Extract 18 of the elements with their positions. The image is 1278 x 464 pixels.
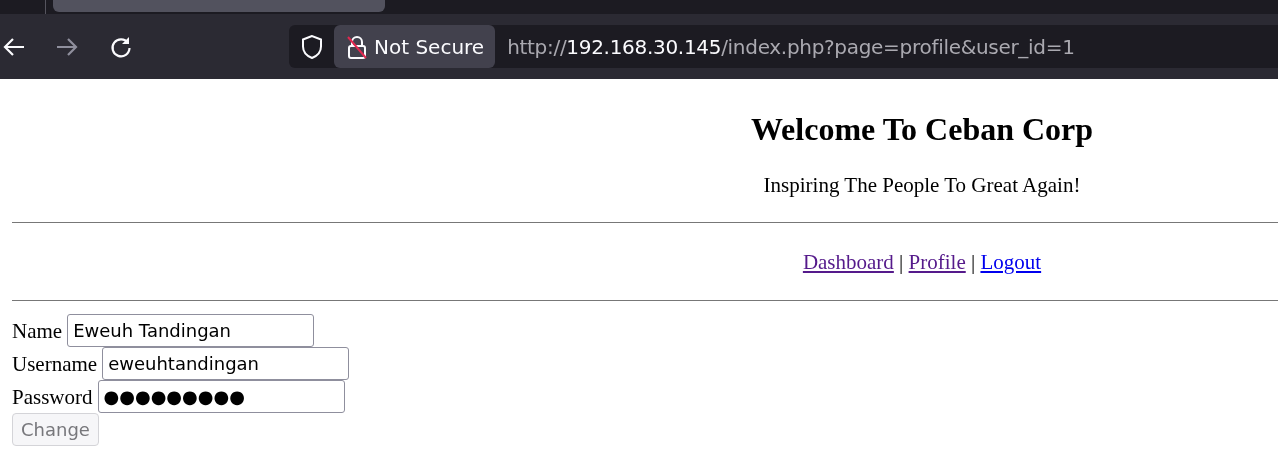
- separator: |: [899, 250, 904, 274]
- crossed-lock-icon: [346, 33, 368, 60]
- separator: |: [971, 250, 976, 274]
- tagline: Inspiring The People To Great Again!: [762, 172, 1082, 198]
- input-field[interactable]: ●●●●●●●●●: [97, 380, 345, 413]
- nav-link[interactable]: Logout: [980, 250, 1042, 274]
- shield-icon[interactable]: [300, 33, 324, 60]
- input-field[interactable]: Eweuh Tandingan: [67, 314, 315, 347]
- field-label: Password: [12, 383, 93, 410]
- security-indicator[interactable]: Not Secure: [334, 25, 496, 68]
- field-label: Username: [12, 350, 98, 377]
- url-text: http://192.168.30.145/index.php?page=profile&user_id=1: [507, 34, 1075, 59]
- field-label: Name: [12, 317, 63, 344]
- input-field[interactable]: eweuhtandingan: [102, 347, 350, 380]
- address-bar[interactable]: Not Secure http://192.168.30.145/index.php?page=profile&user_id=1: [289, 25, 1278, 68]
- nav-link[interactable]: Profile: [908, 250, 966, 274]
- nav-link[interactable]: Dashboard: [802, 250, 894, 274]
- page-heading: Welcome To Ceban Corp: [749, 110, 1095, 149]
